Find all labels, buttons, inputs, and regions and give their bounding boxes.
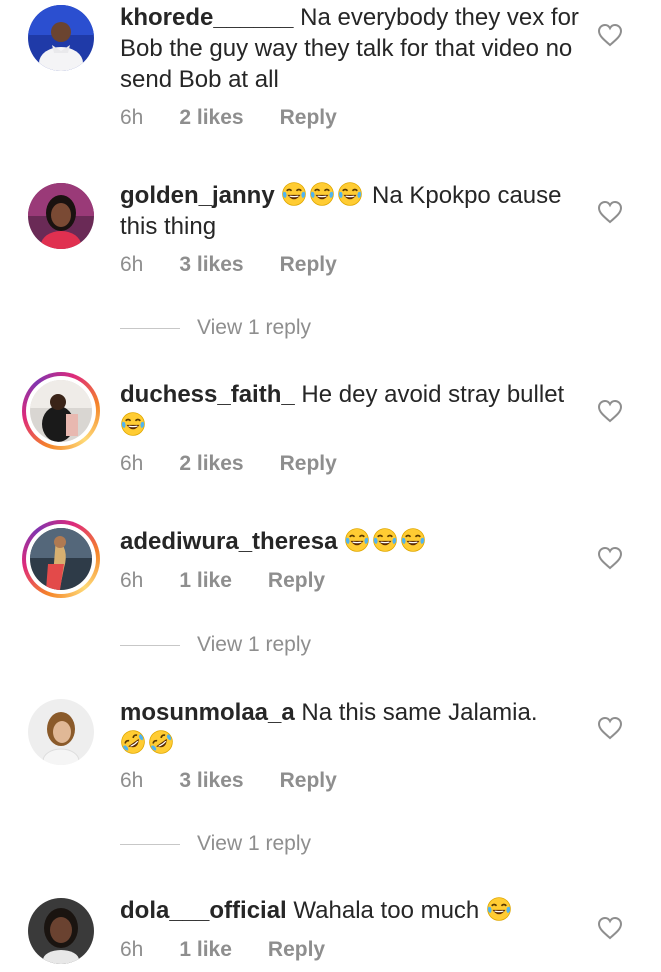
comment-body: He dey avoid stray bullet bbox=[294, 381, 565, 408]
view-replies-label[interactable]: View 1 reply bbox=[197, 633, 311, 656]
face-with-tears-of-joy-emoji bbox=[400, 527, 426, 553]
view-replies-button[interactable]: View 1 reply bbox=[120, 633, 311, 657]
comment-time: 6h bbox=[120, 569, 144, 592]
reply-button[interactable]: Reply bbox=[280, 106, 337, 130]
comment-time: 6h bbox=[120, 106, 144, 129]
reply-thread-line bbox=[120, 327, 180, 329]
comment-text: adediwura_theresa bbox=[120, 526, 590, 557]
heart-outline-icon[interactable] bbox=[597, 23, 623, 47]
comment-username[interactable]: mosunmolaa_a bbox=[120, 699, 295, 726]
comment-username[interactable]: dola___official bbox=[120, 897, 287, 924]
face-with-tears-of-joy-emoji bbox=[337, 181, 363, 207]
comment-body: Wahala too much bbox=[286, 897, 480, 924]
comment-text: mosunmolaa_a Na this same Jalamia. bbox=[120, 697, 590, 759]
comment-meta: 6h 3 likes Reply bbox=[120, 769, 337, 793]
comment-meta: 6h 2 likes Reply bbox=[120, 452, 337, 476]
view-replies-label[interactable]: View 1 reply bbox=[197, 316, 311, 339]
rolling-on-floor-laughing-emoji bbox=[120, 729, 146, 755]
avatar-with-story-ring[interactable] bbox=[22, 372, 100, 450]
face-with-tears-of-joy-emoji bbox=[281, 181, 307, 207]
comment-meta: 6h 3 likes Reply bbox=[120, 253, 337, 277]
reply-button[interactable]: Reply bbox=[280, 253, 337, 277]
comment-time: 6h bbox=[120, 253, 144, 276]
reply-button[interactable]: Reply bbox=[268, 569, 325, 593]
comment-body: Na this same Jalamia. bbox=[294, 699, 538, 726]
comment-text: duchess_faith_ He dey avoid stray bullet bbox=[120, 379, 590, 441]
comment-text: khorede______ Na everybody they vex for … bbox=[120, 2, 590, 95]
reply-button[interactable]: Reply bbox=[268, 938, 325, 962]
comment-time: 6h bbox=[120, 938, 144, 961]
reply-thread-line bbox=[120, 843, 180, 845]
heart-outline-icon[interactable] bbox=[597, 716, 623, 740]
comment-username[interactable]: khorede______ bbox=[120, 4, 293, 31]
likes-count[interactable]: 2 likes bbox=[179, 452, 243, 476]
comment-time: 6h bbox=[120, 452, 144, 475]
comment-meta: 6h 2 likes Reply bbox=[120, 106, 337, 130]
face-with-tears-of-joy-emoji bbox=[344, 527, 370, 553]
heart-outline-icon[interactable] bbox=[597, 546, 623, 570]
reply-thread-line bbox=[120, 644, 180, 646]
rolling-on-floor-laughing-emoji bbox=[148, 729, 174, 755]
comment-meta: 6h 1 like Reply bbox=[120, 938, 325, 962]
likes-count[interactable]: 1 like bbox=[179, 569, 232, 593]
view-replies-label[interactable]: View 1 reply bbox=[197, 832, 311, 855]
reply-button[interactable]: Reply bbox=[280, 769, 337, 793]
face-with-tears-of-joy-emoji bbox=[120, 411, 146, 437]
face-with-tears-of-joy-emoji bbox=[486, 896, 512, 922]
heart-outline-icon[interactable] bbox=[597, 399, 623, 423]
avatar[interactable] bbox=[28, 5, 94, 71]
reply-button[interactable]: Reply bbox=[280, 452, 337, 476]
comment-text: golden_janny Na Kpokpo cause this thing bbox=[120, 180, 590, 242]
face-with-tears-of-joy-emoji bbox=[372, 527, 398, 553]
comment-text: dola___official Wahala too much bbox=[120, 895, 590, 926]
view-replies-button[interactable]: View 1 reply bbox=[120, 832, 311, 856]
likes-count[interactable]: 3 likes bbox=[179, 253, 243, 277]
comment-username[interactable]: duchess_faith_ bbox=[120, 381, 295, 408]
avatar[interactable] bbox=[28, 898, 94, 964]
comment-username[interactable]: golden_janny bbox=[120, 182, 275, 209]
likes-count[interactable]: 1 like bbox=[179, 938, 232, 962]
comment-meta: 6h 1 like Reply bbox=[120, 569, 325, 593]
likes-count[interactable]: 2 likes bbox=[179, 106, 243, 130]
likes-count[interactable]: 3 likes bbox=[179, 769, 243, 793]
heart-outline-icon[interactable] bbox=[597, 916, 623, 940]
avatar[interactable] bbox=[28, 699, 94, 765]
heart-outline-icon[interactable] bbox=[597, 200, 623, 224]
face-with-tears-of-joy-emoji bbox=[309, 181, 335, 207]
view-replies-button[interactable]: View 1 reply bbox=[120, 316, 311, 340]
avatar[interactable] bbox=[28, 183, 94, 249]
comment-username[interactable]: adediwura_theresa bbox=[120, 528, 337, 555]
avatar-with-story-ring[interactable] bbox=[22, 520, 100, 598]
comment-time: 6h bbox=[120, 769, 144, 792]
